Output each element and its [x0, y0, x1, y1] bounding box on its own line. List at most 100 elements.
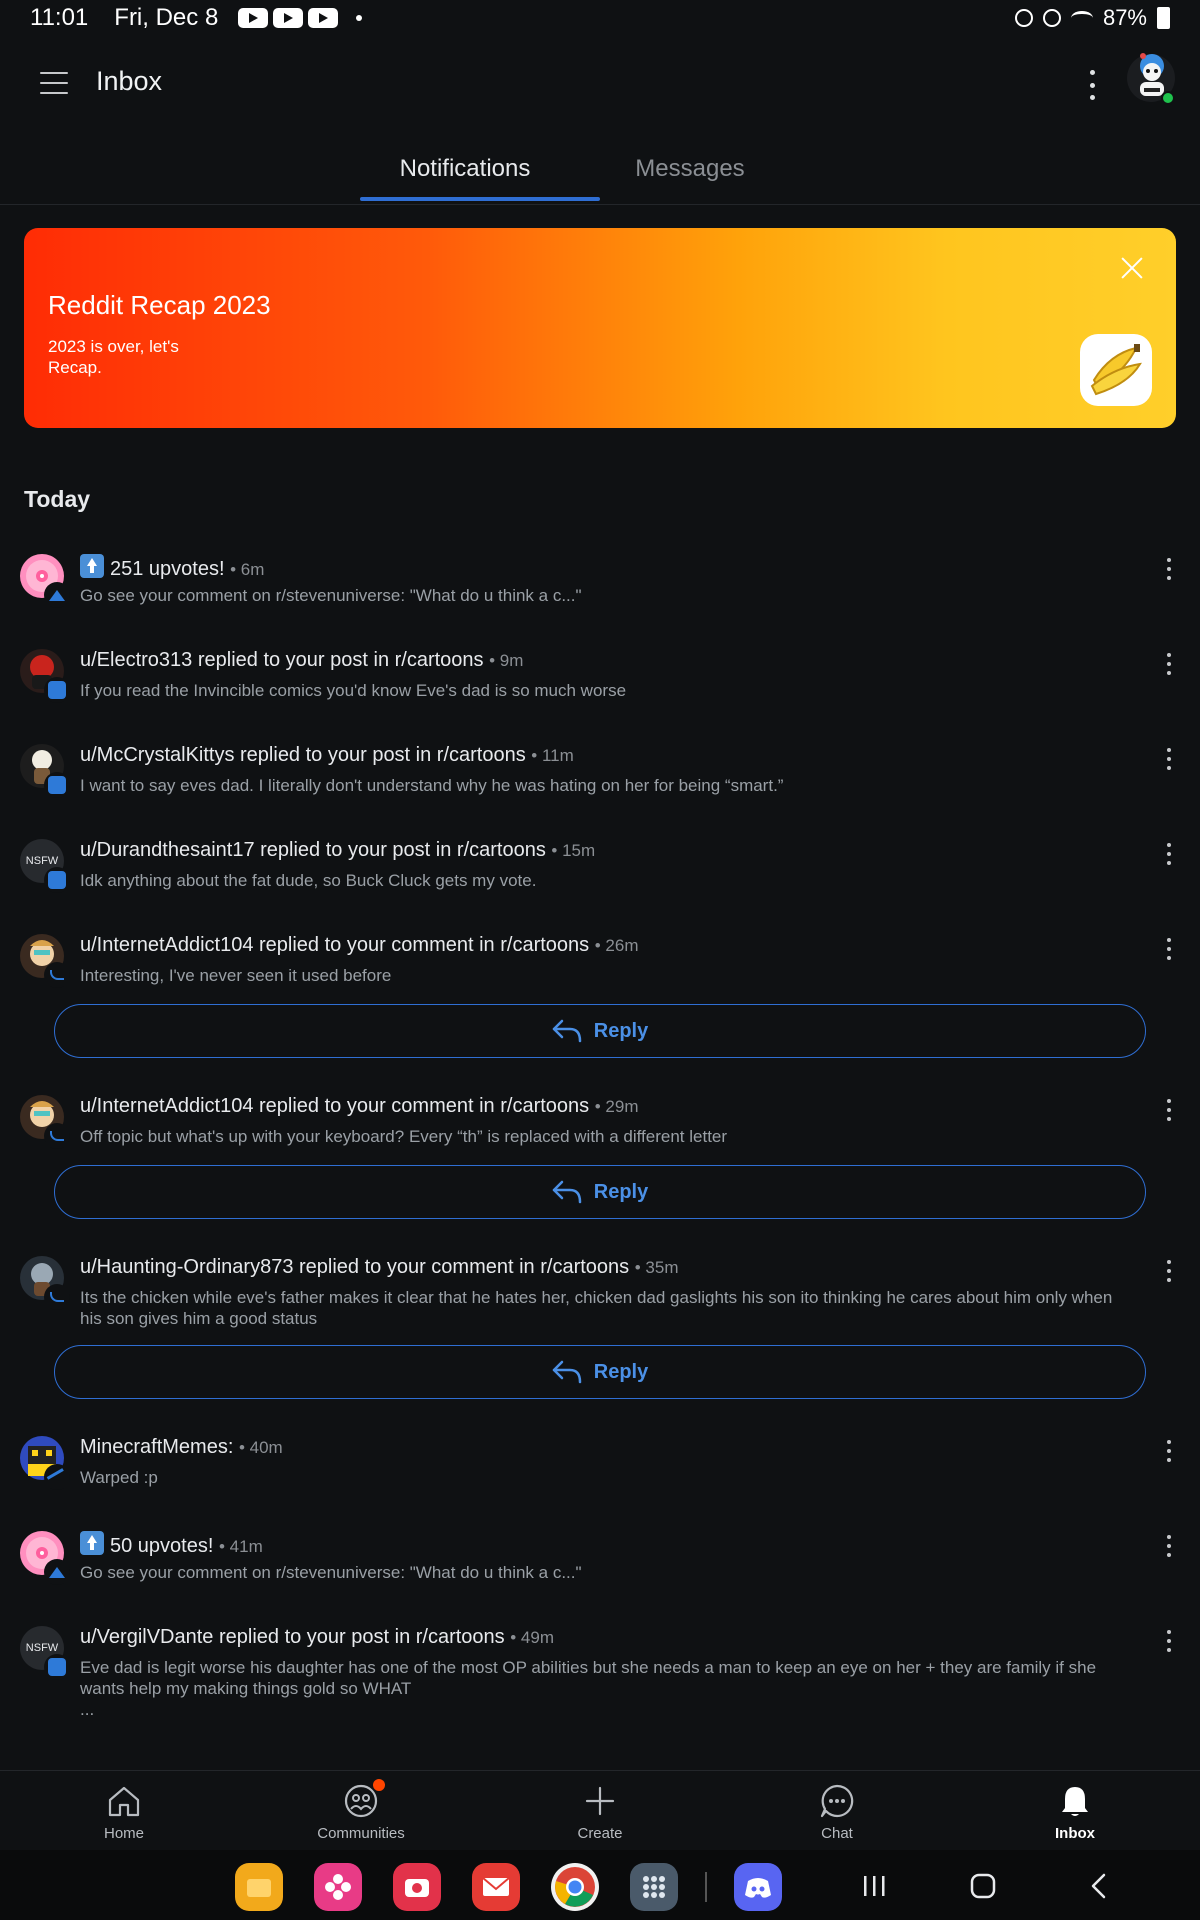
home-icon — [106, 1783, 142, 1819]
tab-messages[interactable]: Messages — [570, 135, 810, 205]
upvote-emoji-icon — [80, 1531, 104, 1555]
notification-item[interactable]: u/McCrystalKittys replied to your post i… — [0, 744, 1200, 804]
comment-icon — [44, 772, 70, 798]
notification-item[interactable]: u/Haunting-Ordinary873 replied to your c… — [0, 1256, 1200, 1336]
notification-item[interactable]: NSFW u/VergilVDante replied to your post… — [0, 1626, 1200, 1726]
camera-app-icon[interactable] — [393, 1863, 441, 1911]
nav-label: Chat — [821, 1825, 853, 1842]
dot-icon — [356, 15, 363, 21]
reply-label: Reply — [593, 1360, 649, 1383]
nav-home[interactable]: Home — [44, 1783, 204, 1842]
notification-time: • 29m — [594, 1097, 639, 1116]
notification-dot — [373, 1779, 385, 1791]
flower-app-icon[interactable] — [314, 1863, 362, 1911]
notification-item[interactable]: u/InternetAddict104 replied to your comm… — [0, 934, 1200, 994]
notification-time: • 40m — [238, 1438, 283, 1457]
overflow-menu-icon[interactable] — [1166, 748, 1172, 770]
overflow-menu-icon[interactable] — [1166, 1630, 1172, 1652]
overflow-menu-icon[interactable] — [1166, 938, 1172, 960]
reply-arrow-icon — [552, 1019, 582, 1043]
notification-title: u/Haunting-Ordinary873 replied to your c… — [80, 1256, 630, 1278]
overflow-menu-icon[interactable] — [1166, 1535, 1172, 1557]
plus-icon — [582, 1783, 618, 1819]
files-app-icon[interactable] — [235, 1863, 283, 1911]
status-time: 11:01 — [30, 4, 89, 31]
reply-label: Reply — [593, 1019, 649, 1042]
status-bar: 11:01 Fri, Dec 8 87% — [0, 0, 1200, 36]
notification-title: u/Durandthesaint17 replied to your post … — [80, 839, 546, 861]
youtube-icon — [308, 8, 339, 28]
recap-banner[interactable]: Reddit Recap 2023 2023 is over, let's Re… — [24, 228, 1176, 428]
active-tab-indicator — [360, 197, 600, 201]
notification-item[interactable]: MinecraftMemes: • 40m Warped :p — [0, 1436, 1200, 1496]
recent-apps-button[interactable] — [860, 1872, 890, 1905]
back-button[interactable] — [1084, 1872, 1114, 1905]
banana-icon — [1080, 334, 1152, 406]
notification-time: • 9m — [489, 651, 524, 670]
close-icon[interactable] — [1120, 256, 1144, 280]
menu-icon[interactable] — [40, 72, 68, 94]
reply-arrow-icon — [552, 1180, 582, 1204]
chat-icon — [819, 1783, 855, 1819]
nav-create[interactable]: Create — [520, 1783, 680, 1842]
notification-time: • 49m — [510, 1628, 554, 1647]
notification-body: Off topic but what's up with your keyboa… — [80, 1127, 728, 1146]
nav-label: Inbox — [1055, 1825, 1095, 1842]
nav-label: Communities — [317, 1825, 405, 1842]
notification-body: Go see your comment on r/stevenuniverse:… — [80, 586, 582, 605]
app-bar: Inbox — [0, 44, 1200, 124]
youtube-icon — [273, 8, 304, 28]
communities-icon — [343, 1779, 385, 1819]
upvote-icon — [44, 582, 70, 608]
notification-title: u/InternetAddict104 replied to your comm… — [80, 934, 590, 956]
battery-percent: 87% — [1102, 5, 1147, 30]
upvote-emoji-icon — [80, 554, 104, 578]
notification-item[interactable]: 251 upvotes! • 6m Go see your comment on… — [0, 554, 1200, 614]
reply-icon — [44, 1123, 70, 1149]
apps-grid-icon[interactable] — [630, 1863, 678, 1911]
inbox-tabs: Notifications Messages — [0, 135, 1200, 205]
wifi-icon — [1070, 11, 1093, 25]
reply-button[interactable]: Reply — [54, 1004, 1146, 1058]
section-title-today: Today — [24, 486, 91, 512]
nav-chat[interactable]: Chat — [757, 1783, 917, 1842]
nav-label: Create — [577, 1825, 623, 1842]
notification-item[interactable]: NSFW u/Durandthesaint17 replied to your … — [0, 839, 1200, 899]
discord-app-icon[interactable] — [734, 1863, 782, 1911]
page-title: Inbox — [96, 66, 163, 96]
clock-icon — [1042, 9, 1061, 27]
reply-label: Reply — [593, 1180, 649, 1203]
youtube-icon — [238, 8, 269, 28]
overflow-menu-icon[interactable] — [1166, 1440, 1172, 1462]
overflow-menu-icon[interactable] — [1166, 1099, 1172, 1121]
notification-title: u/InternetAddict104 replied to your comm… — [80, 1095, 590, 1117]
tab-notifications[interactable]: Notifications — [345, 135, 585, 205]
notification-title: MinecraftMemes: — [80, 1436, 234, 1458]
chrome-app-icon[interactable] — [551, 1863, 599, 1911]
nav-communities[interactable]: Communities — [281, 1779, 441, 1842]
battery-icon — [1157, 7, 1170, 29]
home-button[interactable] — [968, 1872, 998, 1905]
notification-item[interactable]: 50 upvotes! • 41m Go see your comment on… — [0, 1531, 1200, 1591]
mail-app-icon[interactable] — [472, 1863, 520, 1911]
nav-inbox[interactable]: Inbox — [995, 1783, 1155, 1842]
overflow-menu-icon[interactable] — [1166, 1260, 1172, 1282]
bottom-navigation: Home Communities Create Chat Inbox — [0, 1770, 1200, 1850]
notification-time: • 26m — [594, 936, 639, 955]
notification-time: • 35m — [634, 1258, 679, 1277]
overflow-menu-icon[interactable] — [1166, 558, 1172, 580]
notification-item[interactable]: u/Electro313 replied to your post in r/c… — [0, 649, 1200, 709]
reply-button[interactable]: Reply — [54, 1165, 1146, 1219]
user-avatar[interactable] — [1126, 48, 1176, 106]
notification-item[interactable]: u/InternetAddict104 replied to your comm… — [0, 1095, 1200, 1155]
dock-divider — [705, 1872, 707, 1902]
comment-icon — [44, 677, 70, 703]
overflow-menu-icon[interactable] — [1080, 70, 1104, 100]
overflow-menu-icon[interactable] — [1166, 843, 1172, 865]
overflow-menu-icon[interactable] — [1166, 653, 1172, 675]
notification-body: Go see your comment on r/stevenuniverse:… — [80, 1563, 582, 1582]
reply-button[interactable]: Reply — [54, 1345, 1146, 1399]
status-date: Fri, Dec 8 — [114, 4, 219, 31]
recap-title: Reddit Recap 2023 — [48, 290, 271, 320]
notification-time: • 6m — [230, 560, 265, 579]
